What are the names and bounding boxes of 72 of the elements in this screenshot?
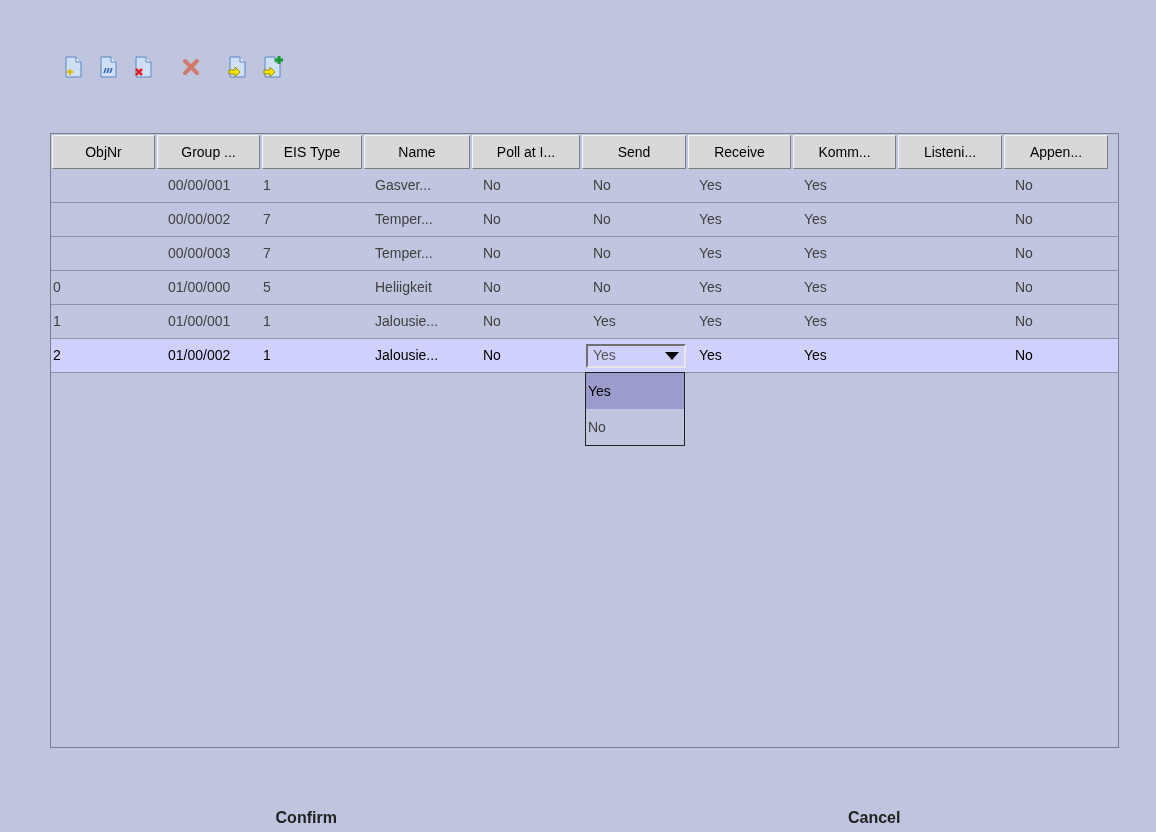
table-cell-text: No <box>1014 176 1034 195</box>
table-cell-text: Yes <box>698 278 723 297</box>
table-cell-text: 2 <box>52 346 62 365</box>
dropdown-field[interactable]: Yes <box>586 343 686 368</box>
table-cell-text: No <box>592 278 612 297</box>
table-cell-text: Yes <box>803 278 828 297</box>
table-cell-text: No <box>592 210 612 229</box>
dropdown-option[interactable]: No <box>586 409 684 445</box>
new-document-icon[interactable] <box>63 56 85 78</box>
table-cell-text: No <box>482 210 502 229</box>
table-cell-text: Jalousie... <box>374 346 440 365</box>
dialog-button[interactable]: Confirm <box>259 806 353 830</box>
table-cell-text: No <box>1014 244 1034 263</box>
table-cell-text: Temper... <box>374 210 434 229</box>
table-cell-text: 5 <box>262 278 272 297</box>
caret-icon <box>665 351 679 360</box>
table-cell-text: Yes <box>698 312 723 331</box>
table-cell-text: Jalousie... <box>374 312 440 331</box>
table-cell-text: Yes <box>698 210 723 229</box>
column-header[interactable]: Komm... <box>793 135 896 169</box>
table-cell-text: 00/00/002 <box>167 210 232 229</box>
table-cell-text: Temper... <box>374 244 434 263</box>
table-cell-text: Yes <box>592 312 617 331</box>
table-cell-text: No <box>1014 210 1034 229</box>
table-cell-text: Yes <box>803 244 828 263</box>
dialog-button[interactable]: Cancel <box>831 806 917 830</box>
column-header[interactable]: Name <box>364 135 470 169</box>
table-cell-text: 1 <box>52 312 62 331</box>
import-add-document-icon[interactable] <box>262 56 284 78</box>
column-header[interactable]: Listeni... <box>898 135 1002 169</box>
table-cell-text: Heliigkeit <box>374 278 433 297</box>
table-cell-text: Yes <box>803 346 828 365</box>
table-cell-text: No <box>482 312 502 331</box>
close-icon[interactable] <box>180 56 202 78</box>
column-header[interactable]: Poll at I... <box>472 135 580 169</box>
table-cell-text: 01/00/002 <box>167 346 232 365</box>
table-cell-text: Yes <box>698 244 723 263</box>
table-cell-text: 1 <box>262 176 272 195</box>
table-cell-text: 7 <box>262 210 272 229</box>
table-cell-text: No <box>1014 346 1034 365</box>
table-cell-text: Yes <box>698 346 723 365</box>
table-cell-text: No <box>482 346 502 365</box>
table-cell-text: 1 <box>262 312 272 331</box>
column-header[interactable]: Send <box>582 135 686 169</box>
import-document-icon[interactable] <box>227 56 249 78</box>
column-header[interactable]: ObjNr <box>52 135 155 169</box>
table-cell-text: 7 <box>262 244 272 263</box>
table-cell-text: Gasver... <box>374 176 433 195</box>
column-header[interactable]: Group ... <box>157 135 260 169</box>
column-header[interactable]: Appen... <box>1004 135 1108 169</box>
table-cell-text: Yes <box>698 176 723 195</box>
table-cell-text: No <box>482 176 502 195</box>
table-cell-text: No <box>1014 278 1034 297</box>
column-header[interactable]: EIS Type <box>262 135 362 169</box>
table-cell-text: 00/00/003 <box>167 244 232 263</box>
table-cell-text: 0 <box>52 278 62 297</box>
document-icon[interactable] <box>98 56 120 78</box>
table-cell-text: Yes <box>803 210 828 229</box>
table-cell-text: No <box>592 244 612 263</box>
table-cell-text: 01/00/000 <box>167 278 232 297</box>
table-cell-text: 01/00/001 <box>167 312 232 331</box>
table-cell-text: Yes <box>803 176 828 195</box>
column-header[interactable]: Receive <box>688 135 791 169</box>
table-cell-text: Yes <box>803 312 828 331</box>
table-cell-text: No <box>1014 312 1034 331</box>
table-cell-text: No <box>592 176 612 195</box>
table-cell-text: 1 <box>262 346 272 365</box>
table-cell-text: 00/00/001 <box>167 176 232 195</box>
dropdown-option[interactable]: Yes <box>586 373 684 409</box>
table-cell-text: No <box>482 278 502 297</box>
delete-document-icon[interactable] <box>133 56 155 78</box>
table-cell-text: No <box>482 244 502 263</box>
